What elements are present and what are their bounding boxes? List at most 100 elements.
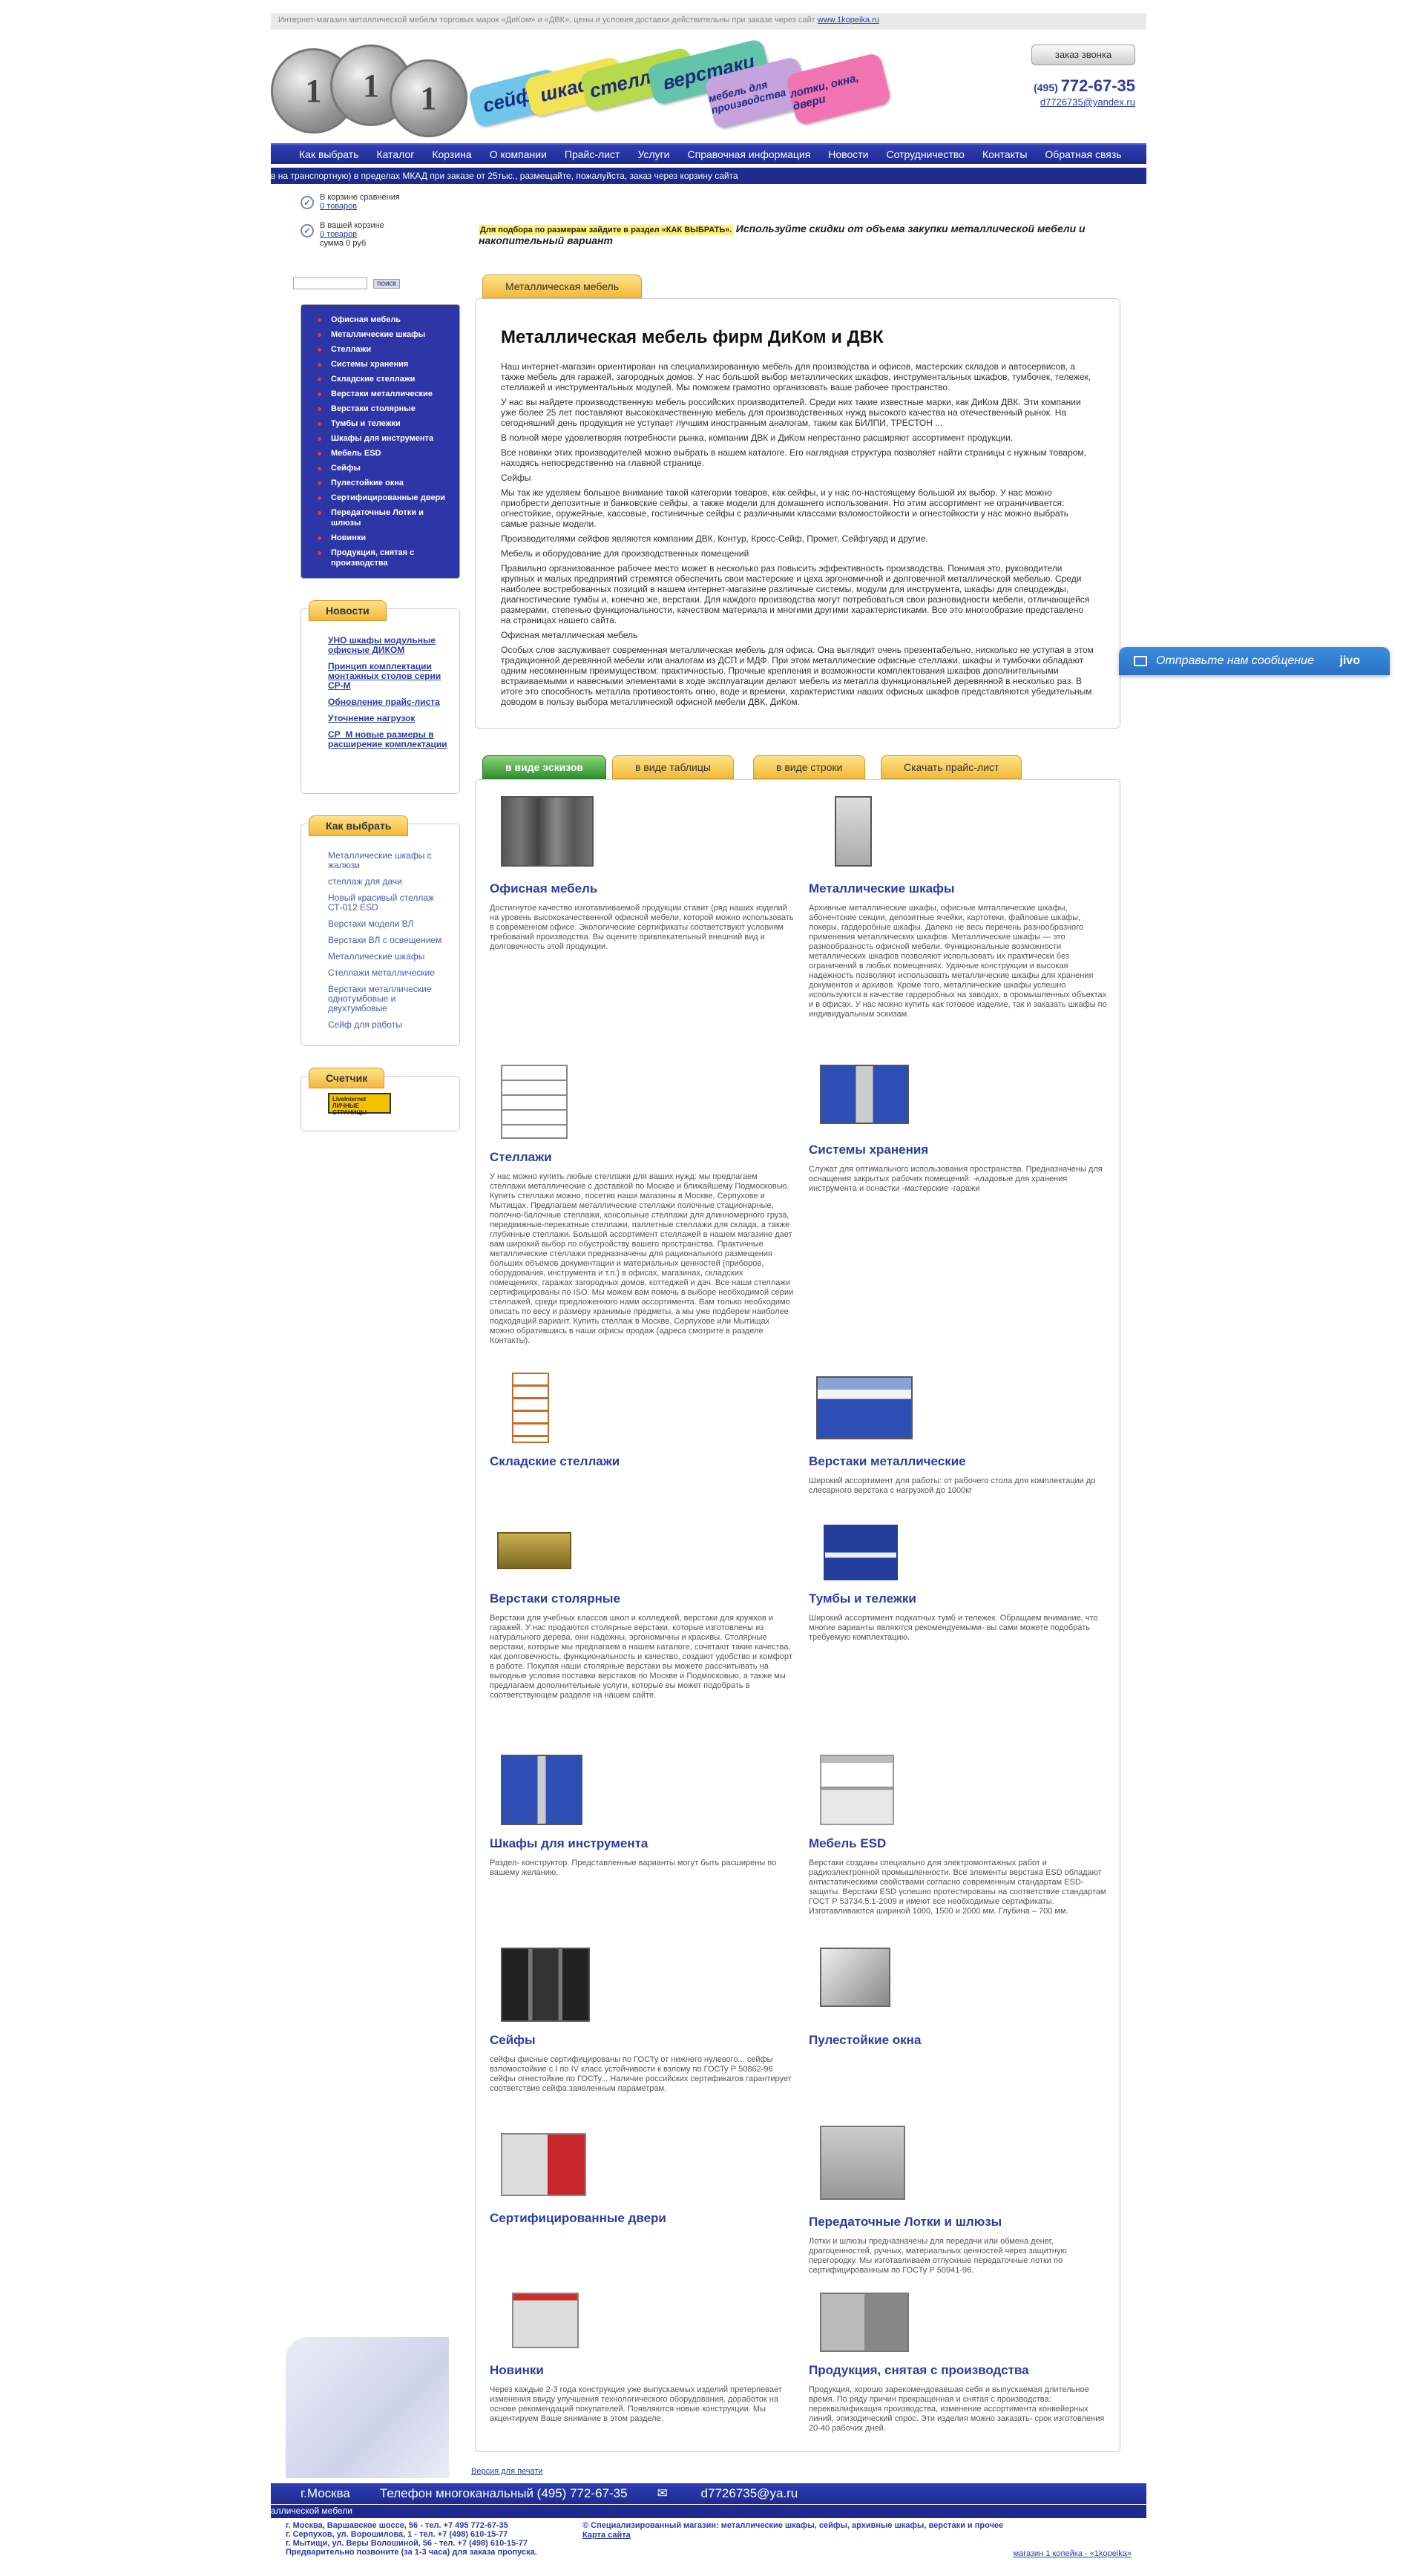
search-button[interactable]: поиск (373, 278, 400, 289)
choose-item[interactable]: Металлические шкафы с жалюзи (328, 851, 450, 870)
product-image[interactable] (490, 1944, 794, 2025)
product-card[interactable]: Складские стеллажи (490, 1373, 794, 1476)
product-card[interactable]: Системы хранения Служат для оптимального… (809, 1061, 1113, 1194)
product-card[interactable]: Передаточные Лотки и шлюзы Лотки и шлюзы… (809, 2122, 1113, 2276)
catalog-item[interactable]: Офисная мебель (301, 312, 459, 327)
catalog-item[interactable]: Мебель ESD (301, 446, 459, 461)
nav-item[interactable]: Прайс-лист (565, 148, 620, 160)
choose-item[interactable]: Верстаки модели ВЛ (328, 919, 450, 929)
product-card[interactable]: Сертифицированные двери (490, 2129, 794, 2233)
product-title[interactable]: Новинки (490, 2363, 794, 2378)
product-title[interactable]: Стеллажи (490, 1150, 794, 1165)
news-item[interactable]: Обновление прайс-листа (328, 697, 450, 707)
catalog-item[interactable]: Тумбы и тележки (301, 416, 459, 431)
nav-item[interactable]: Новости (828, 148, 868, 160)
choose-item[interactable]: Стеллажи металлические (328, 968, 450, 978)
product-image[interactable] (490, 2129, 794, 2204)
product-card[interactable]: Мебель ESD Верстаки созданы специально д… (809, 1755, 1113, 1916)
product-image[interactable] (809, 1061, 1113, 1135)
compare-count-link[interactable]: 0 товаров (320, 202, 357, 211)
product-title[interactable]: Офисная мебель (490, 881, 794, 896)
product-card[interactable]: Верстаки металлические Широкий ассортиме… (809, 1373, 1113, 1496)
catalog-item[interactable]: Системы хранения (301, 357, 459, 372)
nav-item[interactable]: Обратная связь (1045, 148, 1121, 160)
news-item[interactable]: Уточнение нагрузок (328, 714, 450, 723)
product-image[interactable] (809, 2289, 1113, 2356)
choose-item[interactable]: стеллаж для дачи (328, 877, 450, 887)
catalog-item[interactable]: Шкафы для инструмента (301, 431, 459, 446)
product-title[interactable]: Шкафы для инструмента (490, 1836, 794, 1851)
tab-row[interactable]: в виде строки (753, 755, 866, 779)
product-card[interactable]: Тумбы и тележки Широкий ассортимент подк… (809, 1521, 1113, 1643)
product-image[interactable] (490, 2289, 794, 2356)
news-item[interactable]: СР_М новые размеры в расширение комплект… (328, 730, 450, 749)
call-order-button[interactable]: заказ звонка (1031, 45, 1135, 65)
tab-table[interactable]: в виде таблицы (612, 755, 734, 779)
email[interactable]: d7726735@yandex.ru (1040, 96, 1135, 108)
nav-item[interactable]: Корзина (432, 148, 471, 160)
product-card[interactable]: Верстаки столярные Верстаки для учебных … (490, 1521, 794, 1701)
catalog-item[interactable]: Сейфы (301, 461, 459, 476)
product-title[interactable]: Пулестойкие окна (809, 2033, 1113, 2048)
search-input[interactable] (293, 277, 367, 289)
product-title[interactable]: Сейфы (490, 2033, 794, 2048)
product-image[interactable] (809, 1373, 1113, 1447)
credit-link[interactable]: магазин 1 копейка - «1kopeika» (1014, 2549, 1132, 2558)
product-image[interactable] (490, 1373, 794, 1447)
nav-item[interactable]: Справочная информация (688, 148, 811, 160)
top-notice-link[interactable]: www.1kopeika.ru (818, 16, 879, 24)
sitemap-link[interactable]: Карта сайта (582, 2531, 631, 2540)
product-title[interactable]: Системы хранения (809, 1143, 1113, 1157)
product-image[interactable] (490, 792, 794, 874)
nav-item[interactable]: Каталог (376, 148, 414, 160)
product-card[interactable]: Пулестойкие окна (809, 1944, 1113, 2055)
product-card[interactable]: Новинки Через каждые 2-3 года конструкци… (490, 2289, 794, 2424)
catalog-item[interactable]: Сертифицированные двери (301, 490, 459, 505)
jivo-chat-widget[interactable]: Отправьте нам сообщение jivo (1119, 647, 1390, 675)
nav-item[interactable]: Как выбрать (299, 148, 358, 160)
product-image[interactable] (490, 1755, 794, 1829)
product-card[interactable]: Стеллажи У нас можно купить любые стелла… (490, 1061, 794, 1346)
product-image[interactable] (809, 1521, 1113, 1584)
nav-item[interactable]: Услуги (637, 148, 669, 160)
product-title[interactable]: Верстаки столярные (490, 1591, 794, 1606)
print-version-link[interactable]: Версия для печати (471, 2467, 543, 2476)
choose-item[interactable]: Сейф для работы (328, 1020, 450, 1030)
catalog-item[interactable]: Передаточные Лотки и шлюзы (301, 505, 459, 530)
product-card[interactable]: Офисная мебель Достигнутое качество изго… (490, 792, 794, 952)
nav-item[interactable]: О компании (490, 148, 547, 160)
product-title[interactable]: Тумбы и тележки (809, 1591, 1113, 1606)
tab-sketches[interactable]: в виде эскизов (482, 755, 606, 779)
tab-metal-furniture[interactable]: Металлическая мебель (482, 275, 643, 298)
product-card[interactable]: Сейфы сейфы фисные сертифицированы по ГО… (490, 1944, 794, 2094)
catalog-item[interactable]: Пулестойкие окна (301, 476, 459, 490)
product-image[interactable] (809, 1755, 1113, 1829)
product-card[interactable]: Продукция, снятая с производства Продукц… (809, 2289, 1113, 2434)
catalog-item[interactable]: Верстаки металлические (301, 387, 459, 401)
news-item[interactable]: УНО шкафы модульные офисные ДИКОМ (328, 636, 450, 655)
catalog-item[interactable]: Верстаки столярные (301, 401, 459, 416)
product-card[interactable]: Металлические шкафы Архивные металлическ… (809, 792, 1113, 1019)
product-title[interactable]: Складские стеллажи (490, 1454, 794, 1469)
product-title[interactable]: Сертифицированные двери (490, 2211, 794, 2226)
choose-item[interactable]: Верстаки металлические однотумбовые и дв… (328, 985, 450, 1013)
choose-item[interactable]: Металлические шкафы (328, 952, 450, 962)
nav-item[interactable]: Контакты (982, 148, 1027, 160)
product-card[interactable]: Шкафы для инструмента Раздел- конструкто… (490, 1755, 794, 1878)
catalog-item[interactable]: Новинки (301, 530, 459, 545)
product-image[interactable] (809, 2122, 1113, 2207)
footer-email[interactable]: ✉ d7726735@ya.ru (657, 2486, 798, 2501)
tab-download-price[interactable]: Скачать прайс-лист (881, 755, 1022, 779)
product-image[interactable] (809, 792, 1113, 874)
product-title[interactable]: Мебель ESD (809, 1836, 1113, 1851)
catalog-item[interactable]: Стеллажи (301, 342, 459, 357)
product-title[interactable]: Верстаки металлические (809, 1454, 1113, 1469)
product-image[interactable] (490, 1061, 794, 1143)
choose-item[interactable]: Верстаки ВЛ с освещением (328, 936, 450, 945)
catalog-item[interactable]: Складские стеллажи (301, 372, 459, 387)
cart-count-link[interactable]: 0 товаров (320, 230, 357, 239)
news-item[interactable]: Принцип комплектации монтажных столов се… (328, 662, 450, 691)
catalog-item[interactable]: Продукция, снятая с производства (301, 545, 459, 571)
liveinternet-counter[interactable]: LiveInternet ЛИЧНЫЕ СТРАНИЦЫ (328, 1093, 391, 1116)
nav-item[interactable]: Сотрудничество (886, 148, 964, 160)
